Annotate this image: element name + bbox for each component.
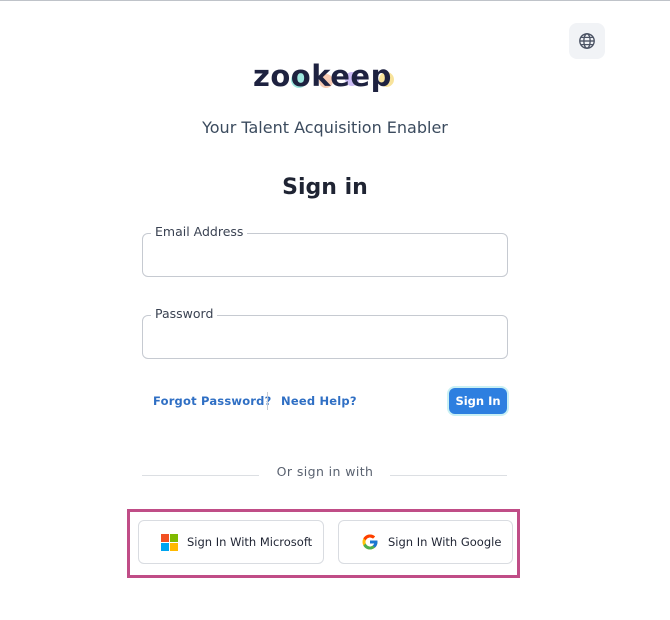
google-signin-label: Sign In With Google xyxy=(388,535,502,549)
divider-right xyxy=(390,475,507,476)
tagline: Your Talent Acquisition Enabler xyxy=(202,118,448,137)
page-title: Sign in xyxy=(282,175,368,200)
google-signin-button[interactable]: Sign In With Google xyxy=(338,520,513,564)
brand-logo: zookeep xyxy=(253,52,403,100)
google-icon xyxy=(361,533,379,551)
email-input[interactable] xyxy=(155,244,495,268)
globe-icon xyxy=(579,33,595,49)
login-page: zookeep Your Talent Acquisition Enabler … xyxy=(0,0,670,620)
password-input[interactable] xyxy=(155,326,495,350)
email-field[interactable]: Email Address xyxy=(142,224,508,277)
password-label: Password xyxy=(151,306,218,321)
top-border xyxy=(0,0,670,1)
divider-text: Or sign in with xyxy=(276,464,374,479)
microsoft-icon xyxy=(161,533,178,551)
microsoft-signin-button[interactable]: Sign In With Microsoft xyxy=(138,520,324,564)
link-separator xyxy=(267,392,268,410)
microsoft-signin-label: Sign In With Microsoft xyxy=(187,535,313,549)
language-button[interactable] xyxy=(569,23,605,59)
sign-in-button[interactable]: Sign In xyxy=(449,388,507,414)
password-field[interactable]: Password xyxy=(142,306,508,359)
need-help-link[interactable]: Need Help? xyxy=(281,394,357,408)
email-label: Email Address xyxy=(151,224,248,239)
forgot-password-link[interactable]: Forgot Password? xyxy=(153,394,271,408)
logo-wordmark: zookeep xyxy=(253,59,392,93)
